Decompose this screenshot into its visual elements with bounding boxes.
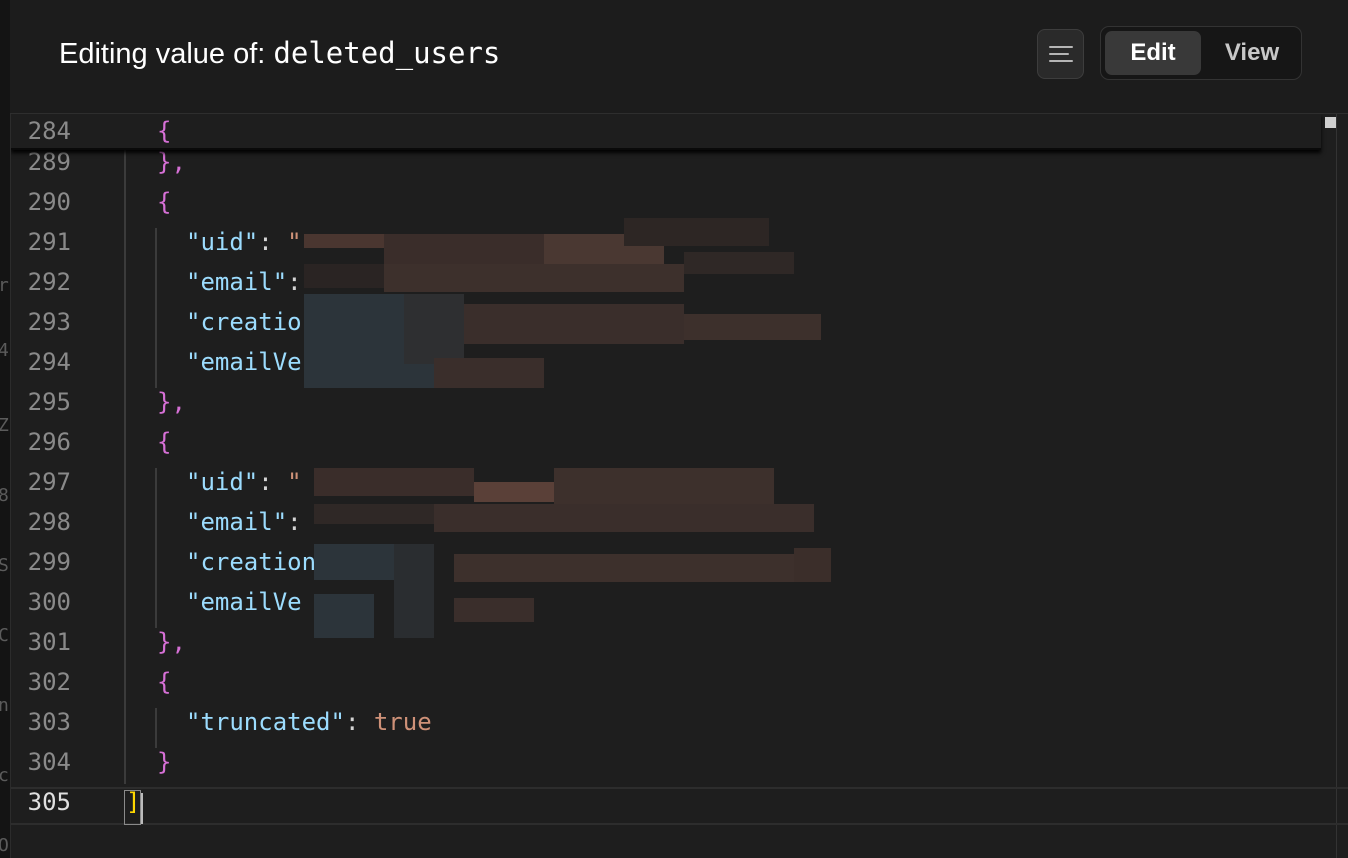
code-text: }, [157,388,186,416]
code-text: "uid": " [186,468,302,496]
code-line[interactable]: 296 { [11,428,1348,468]
matching-bracket-highlight [124,790,141,825]
code-text: { [157,668,172,696]
redacted-block [301,218,821,388]
edit-tab[interactable]: Edit [1105,31,1201,75]
code-line[interactable]: 304 } [11,748,1348,788]
view-tab[interactable]: View [1205,31,1299,75]
line-number: 290 [27,188,71,216]
code-text: }, [157,148,186,176]
line-number: 301 [27,628,71,656]
code-text: "uid": " [186,228,302,256]
line-number: 297 [27,468,71,496]
line-number: 284 [27,117,71,145]
code-line[interactable]: 305 ] [11,788,1348,828]
line-number: 293 [27,308,71,336]
code-text: { [157,117,172,145]
code-text: { [157,188,172,216]
line-number: 289 [27,148,71,176]
format-button[interactable] [1037,29,1084,79]
code-text: "emailVe [186,348,302,376]
code-line[interactable]: 295 }, [11,388,1348,428]
line-number: 298 [27,508,71,536]
code-text: "creatio [186,308,302,336]
text-cursor [141,793,143,824]
line-number: 299 [27,548,71,576]
page-title: Editing value of: deleted_users [59,36,500,71]
line-number: 294 [27,348,71,376]
line-number: 303 [27,708,71,736]
code-text: }, [157,628,186,656]
left-panel-edge: rs 4 Z 8 S C nl c O [0,0,11,858]
line-number: 302 [27,668,71,696]
line-number: 305 [27,788,71,816]
code-line[interactable]: 303 "truncated": true [11,708,1348,748]
line-number: 304 [27,748,71,776]
redacted-block [311,468,831,638]
code-text: "email": [186,508,302,536]
scrollbar-thumb[interactable] [1325,117,1336,128]
line-number: 291 [27,228,71,256]
code-text: "truncated": true [186,708,432,736]
code-line[interactable]: 289 }, [11,148,1348,188]
sticky-scroll-line[interactable]: 284 { [11,114,1321,150]
line-number: 300 [27,588,71,616]
line-number: 295 [27,388,71,416]
line-number: 296 [27,428,71,456]
code-text: "emailVe [186,588,302,616]
line-number: 292 [27,268,71,296]
code-text: "creation [186,548,317,576]
code-text: { [157,428,172,456]
code-line[interactable]: 302 { [11,668,1348,708]
code-text: "email": [186,268,302,296]
mode-toggle: Edit View [1100,26,1302,80]
code-editor[interactable]: 284 { 289 }, 290 { 291 "uid": " 292 "ema… [11,114,1348,858]
editor-header: Editing value of: deleted_users Edit Vie… [10,0,1348,114]
title-key-name: deleted_users [273,36,501,70]
code-text: } [157,748,172,776]
title-prefix: Editing value of: [59,38,266,70]
